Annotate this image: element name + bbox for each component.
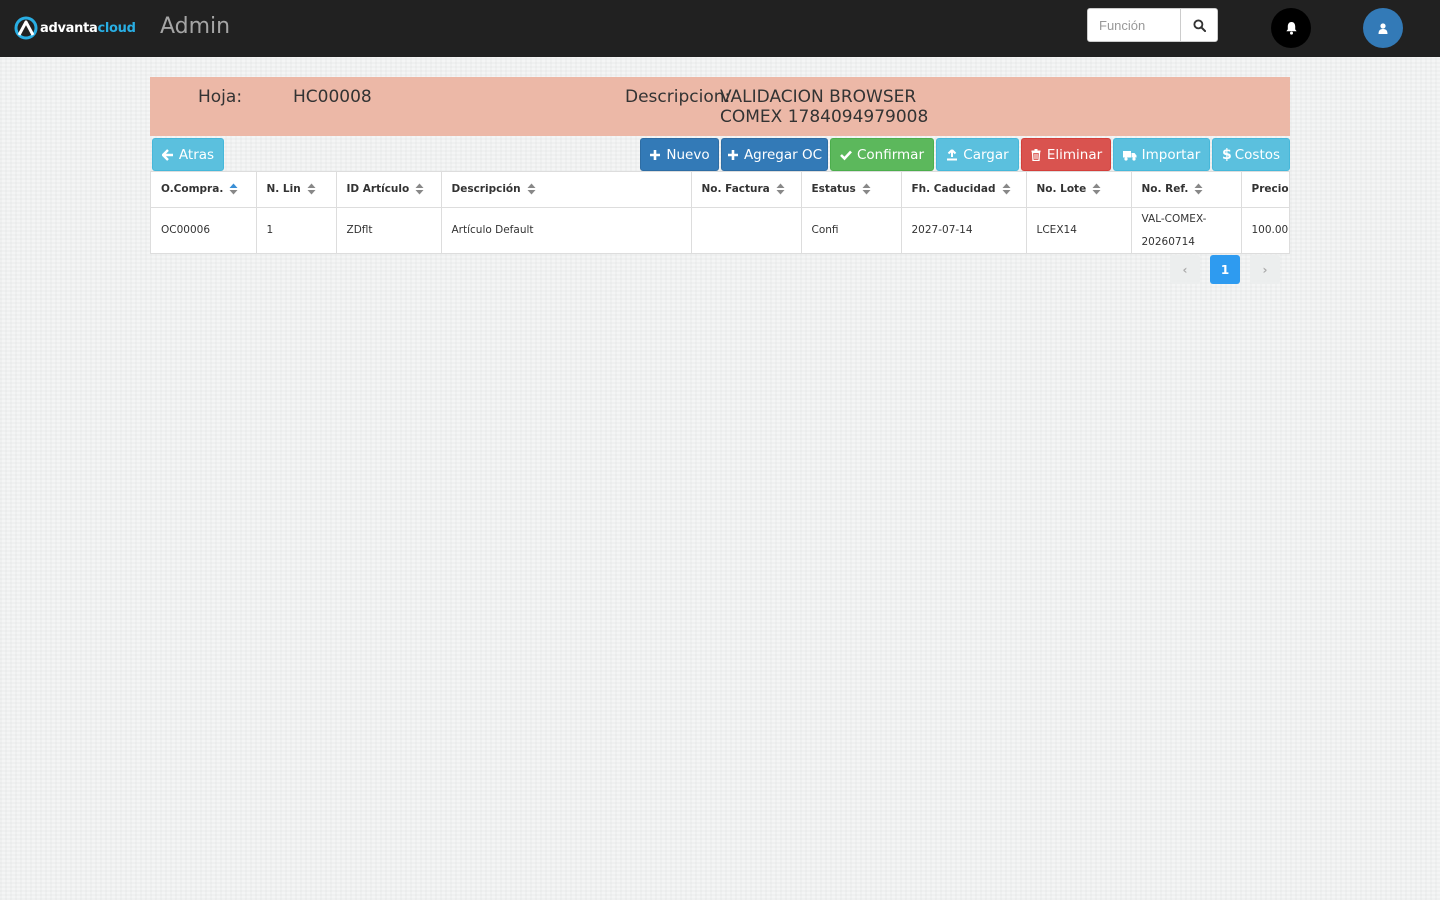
confirm-button-label: Confirmar — [856, 146, 925, 163]
trash-icon — [1031, 148, 1041, 161]
cell-purchase-order: OC00006 — [151, 207, 257, 253]
page-button-1[interactable]: 1 — [1210, 255, 1240, 284]
arrow-left-icon — [161, 148, 173, 161]
cell-price: 100.000 — [1241, 207, 1289, 253]
sort-icon — [1194, 183, 1203, 195]
sort-icon — [1092, 183, 1101, 195]
header-label: No. Ref. — [1141, 183, 1189, 196]
user-icon — [1378, 22, 1388, 34]
function-search — [1087, 8, 1218, 42]
sort-icon — [862, 183, 871, 195]
header-label: ID Artículo — [346, 183, 410, 196]
costs-button[interactable]: $ Costos — [1212, 138, 1290, 171]
function-search-input[interactable] — [1088, 9, 1180, 41]
cell-line-number: 1 — [256, 207, 337, 253]
header-label: No. Lote — [1036, 183, 1087, 196]
header-col-article-id[interactable]: ID Artículo — [336, 172, 442, 208]
header-col-lot-number[interactable]: No. Lote — [1026, 172, 1132, 208]
items-table: O.Compra. N. Lin ID Artículo Descripción No.… — [151, 172, 1289, 253]
sheet-label: Hoja: — [198, 87, 243, 107]
advantacloud-logo[interactable]: advantacloud — [14, 16, 136, 40]
sort-icon — [415, 183, 424, 195]
sort-icon — [307, 183, 316, 195]
sheet-value: HC00008 — [293, 87, 372, 107]
add-po-button[interactable]: Agregar OC — [721, 138, 828, 171]
pagination: ‹ 1 › — [1170, 255, 1280, 284]
cell-reference: VAL-COMEX-20260714 — [1131, 207, 1242, 253]
header-col-purchase-order[interactable]: O.Compra. — [151, 172, 257, 208]
cell-expiry-date: 2027-07-14 — [901, 207, 1027, 253]
cell-invoice-number — [691, 207, 802, 253]
header-col-status[interactable]: Estatus — [801, 172, 902, 208]
costs-button-label: Costos — [1234, 146, 1281, 163]
plus-icon — [650, 149, 661, 160]
confirm-button[interactable]: Confirmar — [830, 138, 934, 171]
header-label: Estatus — [811, 183, 856, 196]
sort-asc-icon — [229, 183, 238, 195]
delete-button-label: Eliminar — [1046, 146, 1103, 163]
plus-icon — [727, 149, 738, 160]
table-row[interactable]: OC00006 1 ZDflt Artículo Default Confi 2027-0… — [151, 207, 1289, 253]
new-button-label: Nuevo — [666, 146, 710, 163]
cell-lot-number: LCEX14 — [1026, 207, 1132, 253]
upload-button-label: Cargar — [963, 146, 1009, 163]
back-button[interactable]: Atras — [152, 138, 224, 171]
header-col-description[interactable]: Descripción — [441, 172, 692, 208]
header-label: Descripción — [451, 183, 521, 196]
header-col-price[interactable]: Precio — [1241, 172, 1289, 208]
header-label: Fh. Caducidad — [911, 183, 996, 196]
bell-icon — [1285, 21, 1297, 35]
upload-icon — [947, 148, 958, 160]
dollar-icon: $ — [1221, 146, 1232, 163]
new-button[interactable]: Nuevo — [640, 138, 719, 171]
sort-icon — [1002, 183, 1011, 195]
table-header-row: O.Compra. N. Lin ID Artículo Descripción No.… — [151, 172, 1289, 208]
header-label: N. Lin — [266, 183, 301, 196]
sheet-header-panel: Hoja: HC00008 Descripcion: VALIDACION BR… — [150, 77, 1290, 136]
header-label: Precio — [1251, 183, 1289, 196]
next-page-button[interactable]: › — [1250, 255, 1280, 284]
import-button-label: Importar — [1141, 146, 1201, 163]
top-navbar: advantacloud Admin — [0, 0, 1440, 57]
items-table-wrapper[interactable]: O.Compra. N. Lin ID Artículo Descripción No.… — [150, 171, 1290, 254]
cell-status: Confi — [801, 207, 902, 253]
app-title: Admin — [160, 14, 231, 39]
header-label: O.Compra. — [161, 183, 224, 196]
check-icon — [840, 150, 852, 160]
back-button-label: Atras — [178, 146, 215, 163]
header-col-expiry-date[interactable]: Fh. Caducidad — [901, 172, 1027, 208]
search-icon — [1192, 18, 1206, 32]
add-po-button-label: Agregar OC — [743, 146, 823, 163]
description-label: Descripcion: — [625, 87, 731, 107]
delete-button[interactable]: Eliminar — [1021, 138, 1111, 171]
cell-description: Artículo Default — [441, 207, 692, 253]
cell-article-id: ZDflt — [336, 207, 442, 253]
header-label: No. Factura — [701, 183, 770, 196]
notifications-button[interactable] — [1271, 8, 1311, 48]
upload-button[interactable]: Cargar — [936, 138, 1019, 171]
search-button[interactable] — [1180, 9, 1217, 41]
logo-text: advantacloud — [40, 20, 136, 36]
header-col-invoice-number[interactable]: No. Factura — [691, 172, 802, 208]
description-value: VALIDACION BROWSER COMEX 1784094979008 — [720, 87, 929, 127]
user-menu-button[interactable] — [1363, 8, 1403, 48]
header-col-reference[interactable]: No. Ref. — [1131, 172, 1242, 208]
sort-icon — [527, 183, 536, 195]
sort-icon — [776, 183, 785, 195]
import-button[interactable]: Importar — [1113, 138, 1210, 171]
cloud-logo-icon — [14, 16, 38, 40]
prev-page-button[interactable]: ‹ — [1170, 255, 1200, 284]
truck-icon — [1122, 150, 1137, 161]
header-col-line-number[interactable]: N. Lin — [256, 172, 337, 208]
